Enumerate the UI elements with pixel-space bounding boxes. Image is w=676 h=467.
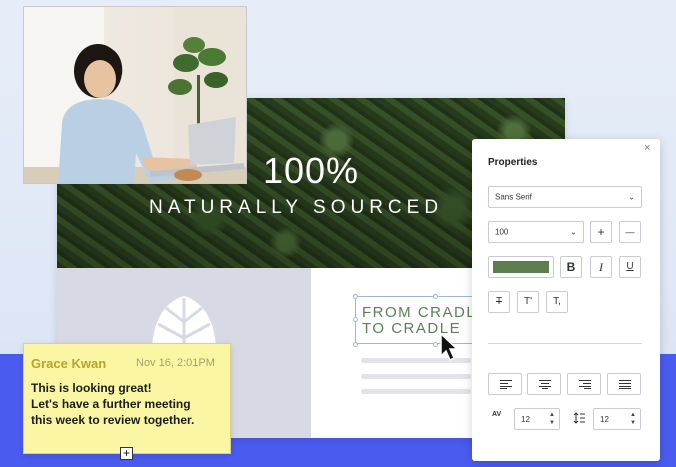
panel-divider (488, 343, 642, 344)
panel-title: Properties (488, 157, 538, 168)
photo-woman-at-laptop[interactable] (23, 6, 247, 184)
comment-line: Let's have a further meeting (31, 397, 191, 411)
align-center-button[interactable] (527, 373, 561, 395)
properties-panel: Properties × Sans Serif ⌄ 100 ⌄ + — B I … (472, 139, 660, 461)
align-justify-icon (619, 380, 631, 389)
fill-color-picker[interactable] (488, 256, 554, 278)
increase-size-button[interactable]: + (590, 221, 612, 243)
text-placeholder-line (361, 389, 471, 394)
line-height-input[interactable]: 12 ▲ ▼ (593, 408, 641, 430)
italic-button[interactable]: I (590, 256, 612, 278)
woman-at-laptop-illustration (58, 44, 244, 183)
close-icon[interactable]: × (644, 142, 650, 154)
hero-subtitle[interactable]: NATURALLY SOURCED (149, 197, 443, 219)
stepper-arrows-icon[interactable]: ▲ ▼ (549, 411, 555, 427)
stepper-arrows-icon[interactable]: ▲ ▼ (630, 411, 636, 427)
selected-text-line1[interactable]: FROM CRADLE (356, 305, 474, 321)
font-family-value: Sans Serif (495, 192, 532, 202)
letter-spacing-value: 12 (521, 415, 530, 424)
text-placeholder-line (361, 374, 471, 379)
chevron-down-icon: ⌄ (628, 192, 635, 202)
align-right-button[interactable] (567, 373, 601, 395)
align-left-button[interactable] (488, 373, 522, 395)
comment-date: Nov 16, 2:01PM (136, 357, 215, 369)
resize-handle-top-left[interactable] (353, 294, 358, 299)
resize-handle-middle-left[interactable] (353, 317, 358, 322)
align-left-icon (500, 380, 512, 389)
sticky-note-comment[interactable]: Grace Kwan Nov 16, 2:01PM This is lookin… (23, 343, 231, 460)
bold-button[interactable]: B (560, 256, 582, 278)
comment-line: This is looking great! (31, 381, 152, 395)
align-justify-button[interactable] (607, 373, 641, 395)
font-size-select[interactable]: 100 ⌄ (488, 221, 584, 243)
chevron-down-icon: ⌄ (570, 227, 577, 237)
line-height-icon (573, 412, 585, 424)
add-comment-button[interactable]: + (120, 447, 133, 460)
superscript-button[interactable]: T' (517, 291, 539, 313)
mouse-cursor-icon (440, 332, 459, 362)
resize-handle-bottom-left[interactable] (353, 342, 358, 347)
align-center-icon (539, 380, 551, 389)
comment-body: This is looking great! Let's have a furt… (31, 380, 227, 428)
font-family-select[interactable]: Sans Serif ⌄ (488, 186, 642, 208)
resize-handle-top-middle[interactable] (433, 294, 438, 299)
resize-handle-bottom-middle[interactable] (433, 342, 438, 347)
align-right-icon (579, 380, 591, 389)
line-height-value: 12 (600, 415, 609, 424)
letter-spacing-input[interactable]: 12 ▲ ▼ (514, 408, 560, 430)
decrease-size-button[interactable]: — (619, 221, 641, 243)
underline-button[interactable]: U (619, 256, 641, 278)
fill-color-swatch (493, 261, 549, 273)
subscript-button[interactable]: T, (546, 291, 568, 313)
strikethrough-button[interactable]: T (488, 291, 510, 313)
comment-line: this week to review together. (31, 413, 195, 427)
font-size-value: 100 (495, 227, 509, 237)
letter-spacing-icon: AV (492, 411, 502, 418)
comment-author: Grace Kwan (31, 356, 107, 371)
